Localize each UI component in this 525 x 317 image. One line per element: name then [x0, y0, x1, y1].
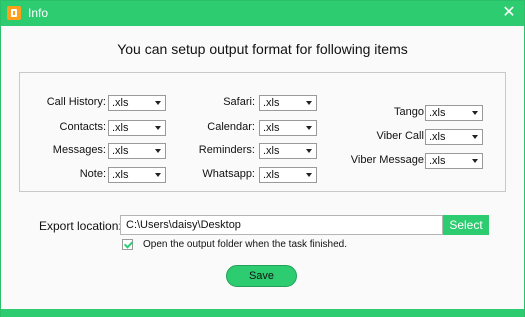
- format-row-viber-message: Viber Message: .xls: [330, 153, 505, 169]
- format-label: Note:: [79, 168, 106, 180]
- format-row-contacts: Contacts: .xls: [20, 120, 170, 136]
- close-icon[interactable]: ✕: [500, 3, 518, 23]
- open-folder-checkbox[interactable]: [122, 239, 133, 250]
- app-icon: [7, 6, 21, 20]
- format-select-value: .xls: [112, 97, 129, 109]
- export-location-label: Export location:: [39, 219, 122, 233]
- format-select-viber-call[interactable]: .xls: [425, 129, 483, 145]
- chevron-down-icon: [155, 149, 161, 153]
- format-select-safari[interactable]: .xls: [259, 95, 317, 111]
- format-select-value: .xls: [263, 122, 280, 134]
- format-label: Messages:: [52, 144, 106, 156]
- format-row-safari: Safari: .xls: [170, 95, 330, 111]
- format-select-call-history[interactable]: .xls: [108, 95, 166, 111]
- page-title: You can setup output format for followin…: [117, 41, 408, 57]
- chevron-down-icon: [472, 135, 478, 139]
- chevron-down-icon: [306, 173, 312, 177]
- chevron-down-icon: [306, 101, 312, 105]
- format-label: Viber Message:: [350, 154, 427, 166]
- format-select-contacts[interactable]: .xls: [108, 120, 166, 136]
- format-select-value: .xls: [263, 169, 280, 181]
- chevron-down-icon: [472, 111, 478, 115]
- title-bar: Info ✕: [1, 1, 524, 26]
- format-row-note: Note: .xls: [20, 167, 170, 183]
- chevron-down-icon: [306, 126, 312, 130]
- format-label: Tango:: [393, 106, 427, 118]
- export-path-input[interactable]: [120, 215, 443, 235]
- format-select-value: .xls: [112, 122, 129, 134]
- select-folder-button[interactable]: Select: [443, 215, 489, 235]
- format-row-whatsapp: Whatsapp: .xls: [170, 167, 330, 183]
- chevron-down-icon: [155, 126, 161, 130]
- format-label: Whatsapp:: [202, 168, 255, 180]
- format-row-call-history: Call History: .xls: [20, 95, 170, 111]
- format-label: Safari:: [223, 96, 255, 108]
- format-select-value: .xls: [429, 131, 446, 143]
- window-title: Info: [28, 6, 49, 20]
- format-select-tango[interactable]: .xls: [425, 105, 483, 121]
- info-dialog: Info ✕ You can setup output format for f…: [0, 0, 525, 317]
- format-label: Call History:: [46, 96, 106, 108]
- bottom-bar: [1, 309, 524, 317]
- format-row-reminders: Reminders: .xls: [170, 143, 330, 159]
- chevron-down-icon: [306, 149, 312, 153]
- format-select-note[interactable]: .xls: [108, 167, 166, 183]
- format-select-value: .xls: [112, 169, 129, 181]
- format-options-group: Call History: .xls Contacts: .xls Messag…: [19, 72, 506, 192]
- chevron-down-icon: [155, 101, 161, 105]
- format-label: Calendar:: [207, 121, 255, 133]
- format-select-value: .xls: [112, 145, 129, 157]
- save-button[interactable]: Save: [226, 265, 297, 287]
- chevron-down-icon: [155, 173, 161, 177]
- format-label: Contacts:: [59, 121, 106, 133]
- format-label: Reminders:: [198, 144, 255, 156]
- format-select-whatsapp[interactable]: .xls: [259, 167, 317, 183]
- format-select-value: .xls: [429, 155, 446, 167]
- format-select-value: .xls: [429, 107, 446, 119]
- format-select-viber-message[interactable]: .xls: [425, 153, 483, 169]
- format-select-calendar[interactable]: .xls: [259, 120, 317, 136]
- open-folder-label: Open the output folder when the task fin…: [143, 239, 348, 250]
- format-label: Viber Call:: [376, 130, 427, 142]
- format-row-tango: Tango: .xls: [330, 105, 505, 121]
- format-select-reminders[interactable]: .xls: [259, 143, 317, 159]
- format-select-value: .xls: [263, 97, 280, 109]
- format-row-viber-call: Viber Call: .xls: [330, 129, 505, 145]
- format-select-messages[interactable]: .xls: [108, 143, 166, 159]
- format-row-calendar: Calendar: .xls: [170, 120, 330, 136]
- format-row-messages: Messages: .xls: [20, 143, 170, 159]
- chevron-down-icon: [472, 159, 478, 163]
- format-select-value: .xls: [263, 145, 280, 157]
